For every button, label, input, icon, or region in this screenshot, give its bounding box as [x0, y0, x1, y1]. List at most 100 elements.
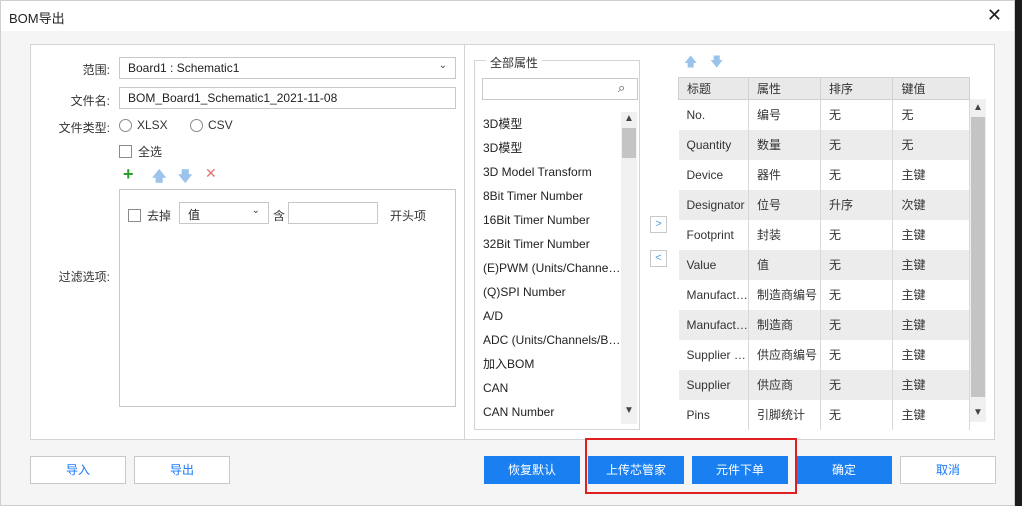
order-parts-button[interactable]: 元件下单 [692, 456, 788, 484]
chevron-up-icon[interactable]: ▲ [970, 102, 986, 113]
cell-attribute[interactable]: 供应商编号 [748, 339, 821, 370]
cell-attribute[interactable]: 供应商 [748, 369, 821, 400]
table-move-down-icon[interactable]: 🡇 [710, 53, 723, 75]
cell-attribute[interactable]: 值 [748, 249, 821, 280]
cell-key[interactable]: 无 [892, 129, 970, 160]
attribute-list-item[interactable]: ADC (Units/Channels/Bits) [478, 328, 621, 352]
table-row[interactable]: Manufacturer制造商无主键 [678, 309, 970, 340]
header-title[interactable]: 标题 [678, 77, 749, 100]
cell-sort[interactable]: 升序 [820, 189, 894, 220]
cell-key[interactable]: 主键 [892, 219, 970, 250]
chevron-up-icon[interactable]: ▲ [621, 113, 637, 124]
chevron-down-icon[interactable]: ▼ [970, 407, 986, 418]
table-row[interactable]: Designator 位号 升序 次键 [678, 189, 970, 220]
attribute-list-item[interactable]: (E)PWM (Units/Channels) [478, 256, 621, 280]
table-scrollbar[interactable] [970, 99, 986, 422]
cell-title[interactable]: Footprint [678, 219, 749, 250]
cell-key[interactable]: 主键 [892, 249, 970, 280]
attribute-list-item[interactable]: A/D [478, 304, 621, 328]
cell-sort[interactable]: 无 [820, 159, 894, 190]
remove-checkbox[interactable]: 去掉 [128, 207, 171, 224]
cell-attribute[interactable]: 制造商 [748, 309, 821, 340]
attribute-list-scrollbar[interactable] [621, 112, 637, 424]
move-up-icon[interactable]: 🡅 [152, 166, 166, 190]
cell-attribute[interactable]: 器件 [748, 159, 821, 190]
export-button[interactable]: 导出 [134, 456, 230, 484]
cell-key[interactable]: 无 [892, 99, 970, 130]
move-down-icon[interactable]: 🡇 [178, 166, 192, 190]
attribute-list-item[interactable]: 3D Model Transform [478, 160, 621, 184]
table-row[interactable]: No. 编号无无 [678, 99, 970, 130]
attribute-list-item[interactable]: 32Bit Timer Number [478, 232, 621, 256]
header-attribute[interactable]: 属性 [748, 77, 821, 100]
cell-title[interactable]: Manufacturer [678, 309, 749, 340]
cell-attribute[interactable]: 编号 [748, 99, 821, 130]
cell-key[interactable]: 主键 [892, 339, 970, 370]
attribute-list-item[interactable]: CAN Number [478, 400, 621, 424]
cell-sort[interactable]: 无 [820, 219, 894, 250]
cell-attribute[interactable]: 位号 [748, 189, 821, 220]
filter-field-select[interactable]: 值 ⌄ [179, 202, 269, 224]
cell-title[interactable]: No. [678, 99, 749, 130]
header-sort[interactable]: 排序 [819, 77, 894, 100]
scrollbar-thumb[interactable] [971, 117, 985, 397]
close-icon[interactable]: ✕ [987, 5, 1002, 26]
attribute-list[interactable]: 3D模型 3D模型 3D Model Transform 8Bit Timer Num… [478, 112, 621, 424]
cell-sort[interactable]: 无 [820, 309, 894, 340]
radio-csv[interactable]: CSV [190, 118, 233, 132]
cell-attribute[interactable]: 数量 [748, 129, 821, 160]
restore-default-button[interactable]: 恢复默认 [484, 456, 580, 484]
cell-sort[interactable]: 无 [820, 369, 894, 400]
cell-title[interactable]: Device [678, 159, 749, 190]
cell-sort[interactable]: 无 [820, 399, 894, 430]
table-row[interactable]: Manufacturer Part制造商编号无主键 [678, 279, 970, 310]
cell-sort[interactable]: 无 [820, 339, 894, 370]
search-icon[interactable]: ⌕ [618, 80, 625, 96]
cell-key[interactable]: 主键 [892, 399, 970, 430]
table-row[interactable]: Supplier 供应商无主键 [678, 369, 970, 400]
table-row[interactable]: Footprint 封装无主键 [678, 219, 970, 250]
scrollbar-thumb[interactable] [622, 128, 636, 158]
radio-xlsx[interactable]: XLSX [119, 118, 168, 132]
attribute-list-item[interactable]: (Q)SPI Number [478, 280, 621, 304]
cell-title[interactable]: Pins [678, 399, 749, 430]
table-row[interactable]: Supplier Part供应商编号无主键 [678, 339, 970, 370]
attribute-list-item[interactable]: 3D模型 [478, 112, 621, 136]
cell-attribute[interactable]: 封装 [748, 219, 821, 250]
header-key[interactable]: 键值 [892, 77, 970, 100]
cell-title[interactable]: Supplier [678, 369, 749, 400]
cell-title[interactable]: Value [678, 249, 749, 280]
attribute-list-item[interactable]: 16Bit Timer Number [478, 208, 621, 232]
table-row[interactable]: Device 器件无主键 [678, 159, 970, 190]
upload-lcsc-button[interactable]: 上传芯管家 [588, 456, 684, 484]
cell-attribute[interactable]: 制造商编号 [748, 279, 821, 310]
add-filter-icon[interactable]: + [123, 164, 134, 185]
table-row[interactable]: Quantity 数量无无 [678, 129, 970, 160]
remove-attribute-button[interactable]: < [650, 250, 667, 267]
scope-select[interactable]: Board1 : Schematic1 ⌄ [119, 57, 456, 79]
delete-filter-icon[interactable]: ✕ [205, 165, 217, 182]
cell-title[interactable]: Supplier Part [678, 339, 749, 370]
cancel-button[interactable]: 取消 [900, 456, 996, 484]
cell-title[interactable]: Manufacturer Part [678, 279, 749, 310]
cell-key[interactable]: 主键 [892, 369, 970, 400]
table-row[interactable]: Pins 引脚统计无主键 [678, 399, 970, 430]
cell-sort[interactable]: 无 [820, 249, 894, 280]
attribute-list-item[interactable]: CAN [478, 376, 621, 400]
chevron-down-icon[interactable]: ▼ [621, 405, 637, 416]
cell-attribute[interactable]: 引脚统计 [748, 399, 821, 430]
cell-sort[interactable]: 无 [820, 129, 894, 160]
cell-key[interactable]: 主键 [892, 309, 970, 340]
cell-key[interactable]: 主键 [892, 279, 970, 310]
cell-title[interactable]: Designator [678, 189, 749, 220]
contains-input[interactable] [288, 202, 378, 224]
select-all-checkbox[interactable]: 全选 [119, 143, 162, 160]
cell-sort[interactable]: 无 [820, 99, 894, 130]
import-button[interactable]: 导入 [30, 456, 126, 484]
attribute-list-item[interactable]: 3D模型 [478, 136, 621, 160]
cell-key[interactable]: 主键 [892, 159, 970, 190]
attribute-list-item[interactable]: 加入BOM [478, 352, 621, 376]
cell-key[interactable]: 次键 [892, 189, 970, 220]
table-move-up-icon[interactable]: 🡅 [684, 53, 697, 75]
add-attribute-button[interactable]: > [650, 216, 667, 233]
